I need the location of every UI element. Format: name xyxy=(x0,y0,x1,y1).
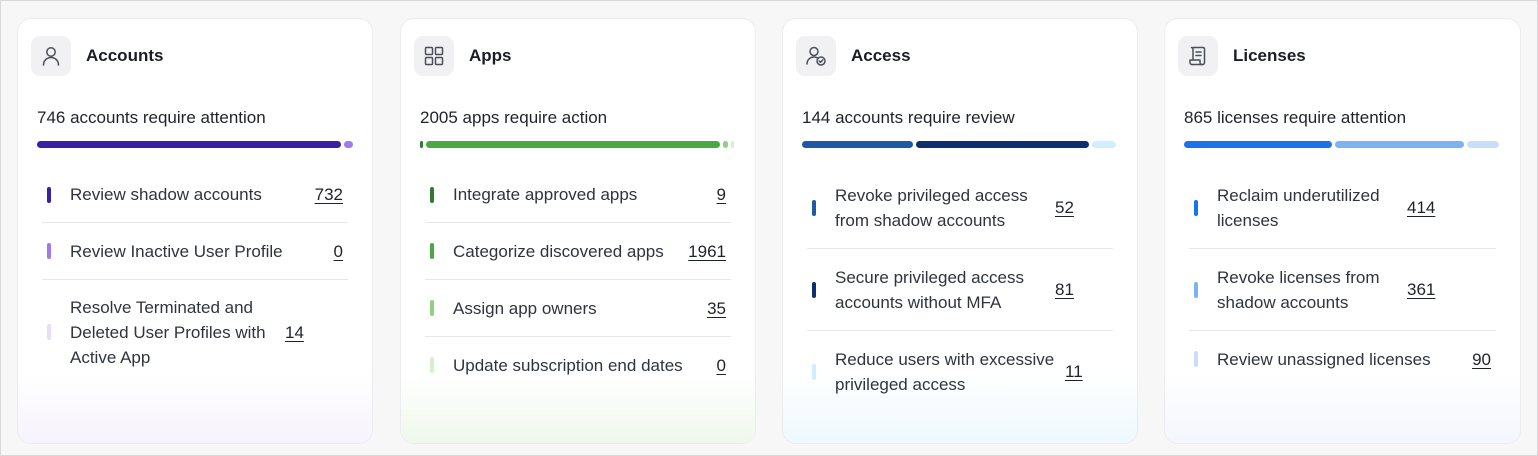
list-item[interactable]: Reclaim underutilized licenses 414 xyxy=(1189,167,1496,249)
status-dot xyxy=(47,243,51,259)
item-label: Review unassigned licenses xyxy=(1217,349,1431,369)
status-dot xyxy=(430,300,434,316)
item-count-link[interactable]: 9 xyxy=(717,182,726,207)
list-item[interactable]: Secure privileged access accounts withou… xyxy=(807,249,1113,331)
card-summary: 746 accounts require attention xyxy=(37,108,266,127)
user-icon xyxy=(31,36,71,76)
card-title: Apps xyxy=(469,46,512,65)
item-count-link[interactable]: 0 xyxy=(717,353,726,378)
dashboard-frame: Accounts 746 accounts require attention … xyxy=(0,0,1538,456)
item-count-link[interactable]: 414 xyxy=(1407,195,1435,220)
list-item[interactable]: Review shadow accounts 732 xyxy=(42,167,348,223)
accounts-card: Accounts 746 accounts require attention … xyxy=(17,18,373,444)
status-dot xyxy=(47,186,51,203)
progress-segment xyxy=(722,141,729,148)
progress-bar xyxy=(37,141,353,148)
item-label: Review Inactive User Profile xyxy=(70,241,283,261)
item-count-link[interactable]: 90 xyxy=(1472,347,1491,372)
status-dot xyxy=(430,243,434,259)
progress-bar xyxy=(420,141,734,148)
action-list: Revoke privileged access from shadow acc… xyxy=(807,167,1113,412)
status-dot xyxy=(812,281,816,298)
progress-segment xyxy=(1092,141,1116,148)
item-label: Reduce users with excessive privileged a… xyxy=(835,349,1055,394)
status-dot xyxy=(812,363,816,380)
item-label: Integrate approved apps xyxy=(453,185,638,204)
status-dot xyxy=(1194,351,1198,367)
progress-bar xyxy=(1184,141,1499,148)
progress-segment xyxy=(1466,141,1499,148)
item-label: Reclaim underutilized licenses xyxy=(1217,185,1380,230)
action-list: Integrate approved apps 9 Categorize dis… xyxy=(425,167,731,393)
progress-bar xyxy=(802,141,1116,148)
licenses-card: Licenses 865 licenses require attention … xyxy=(1164,18,1521,444)
item-count-link[interactable]: 361 xyxy=(1407,277,1435,302)
progress-segment xyxy=(425,141,720,148)
item-label: Secure privileged access accounts withou… xyxy=(835,267,1024,312)
item-count-link[interactable]: 0 xyxy=(334,239,343,264)
item-count-link[interactable]: 52 xyxy=(1055,195,1074,220)
list-item[interactable]: Categorize discovered apps 1961 xyxy=(425,223,731,280)
document-icon xyxy=(1178,36,1218,76)
item-count-link[interactable]: 11 xyxy=(1065,359,1083,384)
list-item[interactable]: Reduce users with excessive privileged a… xyxy=(807,331,1113,412)
item-label: Assign app owners xyxy=(453,298,597,318)
action-list: Reclaim underutilized licenses 414 Revok… xyxy=(1189,167,1496,387)
status-dot xyxy=(812,199,816,216)
status-dot xyxy=(47,324,51,340)
grid-icon xyxy=(414,36,454,76)
item-label: Resolve Terminated and Deleted User Prof… xyxy=(70,297,266,367)
card-title: Licenses xyxy=(1233,46,1306,65)
status-dot xyxy=(1194,199,1198,216)
card-summary: 144 accounts require review xyxy=(802,108,1015,127)
card-summary: 865 licenses require attention xyxy=(1184,108,1407,127)
list-item[interactable]: Integrate approved apps 9 xyxy=(425,167,731,223)
item-count-link[interactable]: 81 xyxy=(1055,277,1074,302)
list-item[interactable]: Revoke privileged access from shadow acc… xyxy=(807,167,1113,249)
card-summary: 2005 apps require action xyxy=(420,108,608,127)
progress-segment xyxy=(802,141,913,148)
accounts-header: Accounts xyxy=(31,36,163,76)
action-list: Review shadow accounts 732 Review Inacti… xyxy=(42,167,348,384)
item-label: Revoke licenses from shadow accounts xyxy=(1217,267,1380,312)
item-label: Categorize discovered apps xyxy=(453,241,664,261)
apps-card: Apps 2005 apps require action Integrate … xyxy=(400,18,756,444)
item-count-link[interactable]: 14 xyxy=(285,320,304,345)
apps-header: Apps xyxy=(414,36,512,76)
status-dot xyxy=(1194,281,1198,298)
card-title: Accounts xyxy=(86,46,164,65)
progress-segment xyxy=(731,141,734,148)
access-header: Access xyxy=(796,36,911,76)
list-item[interactable]: Update subscription end dates 0 xyxy=(425,337,731,393)
progress-segment xyxy=(343,141,353,148)
item-count-link[interactable]: 732 xyxy=(315,182,343,207)
card-title: Access xyxy=(851,46,911,65)
item-count-link[interactable]: 1961 xyxy=(688,239,726,264)
access-card: Access 144 accounts require review Revok… xyxy=(782,18,1138,444)
item-label: Review shadow accounts xyxy=(70,185,262,204)
list-item[interactable]: Review unassigned licenses 90 xyxy=(1189,331,1496,387)
progress-segment xyxy=(915,141,1090,148)
item-count-link[interactable]: 35 xyxy=(707,296,726,321)
status-dot xyxy=(430,186,434,203)
item-label: Revoke privileged access from shadow acc… xyxy=(835,185,1028,230)
user-check-icon xyxy=(796,36,836,76)
list-item[interactable]: Review Inactive User Profile 0 xyxy=(42,223,348,280)
list-item[interactable]: Resolve Terminated and Deleted User Prof… xyxy=(42,280,348,384)
list-item[interactable]: Assign app owners 35 xyxy=(425,280,731,337)
list-item[interactable]: Revoke licenses from shadow accounts 361 xyxy=(1189,249,1496,331)
status-dot xyxy=(430,357,434,373)
progress-segment xyxy=(1335,141,1464,148)
progress-segment xyxy=(37,141,341,148)
licenses-header: Licenses xyxy=(1178,36,1306,76)
item-label: Update subscription end dates xyxy=(453,355,683,375)
progress-segment xyxy=(420,141,423,148)
progress-segment xyxy=(1184,141,1332,148)
